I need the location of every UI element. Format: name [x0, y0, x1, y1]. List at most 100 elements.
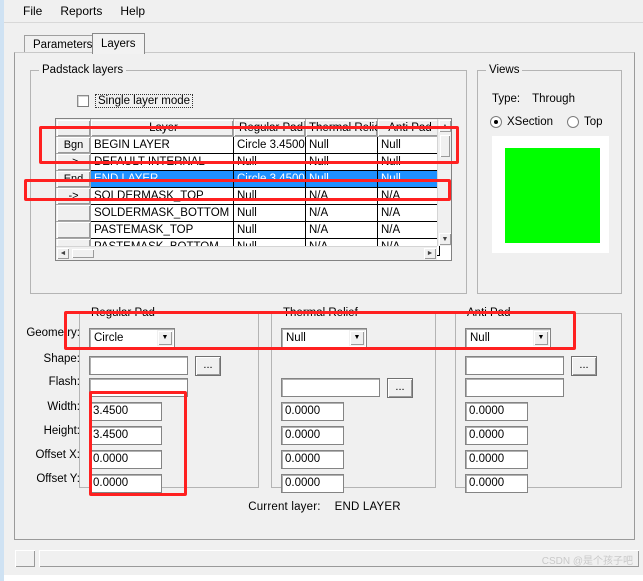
- vertical-scroll-thumb[interactable]: [439, 134, 451, 158]
- single-layer-mode-checkbox[interactable]: [77, 95, 89, 107]
- regular-pad-shape-browse-button[interactable]: ...: [195, 356, 221, 376]
- scroll-down-icon[interactable]: ▼: [438, 232, 451, 246]
- cell-anti[interactable]: Null: [377, 153, 440, 171]
- regular-pad-flash-input[interactable]: [89, 378, 188, 397]
- row-marker[interactable]: ->: [56, 187, 91, 205]
- radio-top-indicator[interactable]: [567, 116, 580, 128]
- cell-thermal[interactable]: N/A: [305, 204, 378, 222]
- cell-thermal[interactable]: N/A: [305, 187, 378, 205]
- table-row[interactable]: -> DEFAULT INTERNAL Null Null Null: [56, 153, 440, 171]
- anti-pad-width-input[interactable]: 0.0000: [465, 402, 528, 421]
- scroll-right-icon[interactable]: ►: [423, 247, 437, 260]
- chevron-down-icon[interactable]: ▼: [533, 330, 549, 346]
- thermal-relief-title: Thermal Relief: [280, 307, 361, 319]
- thermal-relief-height-input[interactable]: 0.0000: [281, 426, 344, 445]
- col-header-marker[interactable]: [56, 119, 91, 137]
- cell-regular[interactable]: Null: [233, 221, 306, 239]
- anti-pad-shape-input[interactable]: [465, 356, 564, 375]
- views-type-row: Type: Through: [492, 93, 575, 105]
- padstack-layers-grid[interactable]: Layer Regular Pad Thermal Relief Anti Pa…: [55, 118, 452, 261]
- anti-pad-flash-input[interactable]: [465, 378, 564, 397]
- tab-layers[interactable]: Layers: [92, 33, 145, 54]
- cell-layer[interactable]: PASTEMASK_TOP: [90, 221, 234, 239]
- table-row[interactable]: PASTEMASK_TOP Null N/A N/A: [56, 221, 440, 239]
- thermal-relief-shape-browse-button[interactable]: ...: [387, 378, 413, 398]
- cell-layer[interactable]: BEGIN LAYER: [90, 136, 234, 154]
- thermal-relief-shape-input[interactable]: [281, 378, 380, 397]
- anti-pad-offset-x-input[interactable]: 0.0000: [465, 450, 528, 469]
- anti-pad-shape-browse-button[interactable]: ...: [571, 356, 597, 376]
- horizontal-scroll-thumb[interactable]: [71, 248, 95, 259]
- padstack-layers-group: Padstack layers Single layer mode Layer …: [30, 64, 467, 294]
- regular-pad-offset-y-input[interactable]: 0.0000: [89, 474, 162, 493]
- regular-pad-width-input[interactable]: 3.4500: [89, 402, 162, 421]
- chevron-down-icon[interactable]: ▼: [349, 330, 365, 346]
- anti-pad-geometry-combo[interactable]: Null ▼: [465, 328, 551, 348]
- grid-vertical-scrollbar[interactable]: ▲ ▼: [437, 119, 451, 246]
- label-offset-x: Offset X:: [35, 449, 80, 461]
- regular-pad-group: Regular Pad Circle ▼ ... 3.4500 3.4500 0…: [79, 307, 259, 493]
- cell-anti[interactable]: N/A: [377, 204, 440, 222]
- row-marker[interactable]: Bgn: [56, 136, 91, 154]
- thermal-relief-width-input[interactable]: 0.0000: [281, 402, 344, 421]
- cell-layer[interactable]: DEFAULT INTERNAL: [90, 153, 234, 171]
- scroll-left-icon[interactable]: ◄: [56, 247, 70, 260]
- cell-anti[interactable]: N/A: [377, 187, 440, 205]
- cell-thermal[interactable]: Null: [305, 153, 378, 171]
- table-row[interactable]: Bgn BEGIN LAYER Circle 3.4500 Null Null: [56, 136, 440, 154]
- anti-pad-height-input[interactable]: 0.0000: [465, 426, 528, 445]
- radio-xsection-indicator[interactable]: [490, 116, 502, 128]
- regular-pad-offset-x-input[interactable]: 0.0000: [89, 450, 162, 469]
- cell-thermal[interactable]: N/A: [305, 221, 378, 239]
- radio-xsection[interactable]: XSection: [490, 116, 553, 128]
- pad-preview-canvas: [492, 136, 609, 253]
- cell-layer[interactable]: SOLDERMASK_BOTTOM: [90, 204, 234, 222]
- cell-regular[interactable]: Null: [233, 187, 306, 205]
- thermal-relief-offset-y-input[interactable]: 0.0000: [281, 474, 344, 493]
- cell-anti[interactable]: N/A: [377, 221, 440, 239]
- cell-regular[interactable]: Circle 3.4500: [233, 136, 306, 154]
- row-marker[interactable]: [56, 221, 91, 239]
- thermal-relief-group: Thermal Relief Null ▼ ... 0.0000 0.0000 …: [271, 307, 436, 493]
- menu-item-file[interactable]: File: [14, 2, 51, 20]
- cell-layer[interactable]: END LAYER: [90, 170, 234, 188]
- cell-thermal[interactable]: Null: [305, 136, 378, 154]
- cell-anti[interactable]: Null: [377, 170, 440, 188]
- cell-regular[interactable]: Null: [233, 204, 306, 222]
- scroll-up-icon[interactable]: ▲: [438, 119, 451, 133]
- col-header-anti-pad[interactable]: Anti Pad: [377, 119, 440, 137]
- table-row[interactable]: SOLDERMASK_BOTTOM Null N/A N/A: [56, 204, 440, 222]
- cell-anti[interactable]: Null: [377, 136, 440, 154]
- tab-parameters[interactable]: Parameters: [24, 35, 102, 53]
- current-layer-status: Current layer: END LAYER: [15, 501, 634, 513]
- views-type-value: Through: [532, 93, 575, 105]
- menu-item-reports[interactable]: Reports: [51, 2, 111, 20]
- menu-item-help[interactable]: Help: [111, 2, 154, 20]
- single-layer-mode-row[interactable]: Single layer mode: [77, 94, 194, 108]
- table-row-selected[interactable]: End END LAYER Circle 3.4500 Null Null: [56, 170, 440, 188]
- label-offset-y: Offset Y:: [36, 473, 80, 485]
- single-layer-mode-label: Single layer mode: [95, 94, 194, 108]
- chevron-down-icon[interactable]: ▼: [157, 330, 173, 346]
- col-header-regular-pad[interactable]: Regular Pad: [233, 119, 306, 137]
- regular-pad-height-input[interactable]: 3.4500: [89, 426, 162, 445]
- col-header-thermal-relief[interactable]: Thermal Relief: [305, 119, 378, 137]
- col-header-layer[interactable]: Layer: [90, 119, 234, 137]
- status-bar-main-pane: CSDN @是个孩子吧: [38, 549, 640, 568]
- regular-pad-shape-input[interactable]: [89, 356, 188, 375]
- thermal-relief-offset-x-input[interactable]: 0.0000: [281, 450, 344, 469]
- anti-pad-offset-y-input[interactable]: 0.0000: [465, 474, 528, 493]
- row-marker[interactable]: ->: [56, 153, 91, 171]
- cell-regular[interactable]: Circle 3.4500: [233, 170, 306, 188]
- cell-regular[interactable]: Null: [233, 153, 306, 171]
- row-marker[interactable]: End: [56, 170, 91, 188]
- radio-top[interactable]: Top: [567, 116, 603, 128]
- thermal-relief-geometry-value: Null: [286, 332, 306, 344]
- row-marker[interactable]: [56, 204, 91, 222]
- grid-horizontal-scrollbar[interactable]: ◄ ►: [56, 246, 437, 260]
- table-row[interactable]: -> SOLDERMASK_TOP Null N/A N/A: [56, 187, 440, 205]
- thermal-relief-geometry-combo[interactable]: Null ▼: [281, 328, 367, 348]
- regular-pad-geometry-combo[interactable]: Circle ▼: [89, 328, 175, 348]
- cell-thermal[interactable]: Null: [305, 170, 378, 188]
- cell-layer[interactable]: SOLDERMASK_TOP: [90, 187, 234, 205]
